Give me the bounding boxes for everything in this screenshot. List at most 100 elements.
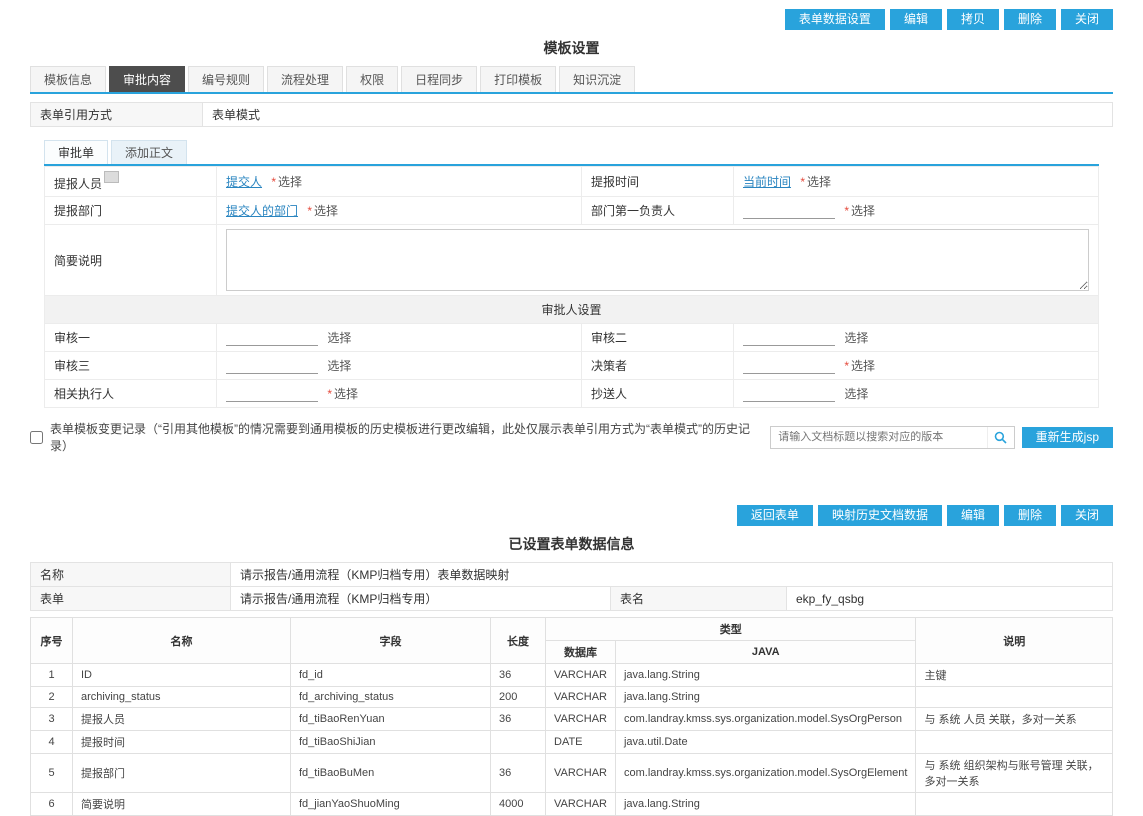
- info-row-form: 表单 请示报告/通用流程（KMP归档专用） 表名 ekp_fy_qsbg: [31, 587, 1113, 611]
- info-row-name: 名称 请示报告/通用流程（KMP归档专用）表单数据映射: [31, 563, 1113, 587]
- template-settings-toolbar: 表单数据设置 编辑 拷贝 删除 关闭: [0, 0, 1143, 35]
- template-tabbar: 模板信息 审批内容 编号规则 流程处理 权限 日程同步 打印模板 知识沉淀: [30, 66, 1113, 94]
- executor-select-action[interactable]: *选择: [327, 387, 358, 401]
- cell-name: archiving_status: [73, 687, 291, 708]
- tab-print-template[interactable]: 打印模板: [480, 66, 556, 92]
- submitter-field-icon[interactable]: [104, 171, 119, 183]
- edit-button-2[interactable]: 编辑: [947, 505, 999, 526]
- col-header-db: 数据库: [546, 641, 616, 664]
- approval-form-table: 提报人员 提交人 *选择 提报时间 当前时间 *选择 提报部门 提交人的部门 *…: [44, 166, 1099, 408]
- tab-approval-content[interactable]: 审批内容: [109, 66, 185, 92]
- delete-button[interactable]: 删除: [1004, 9, 1056, 30]
- col-header-desc: 说明: [916, 618, 1113, 664]
- cell-name: 简要说明: [73, 793, 291, 816]
- cell-length: 200: [491, 687, 546, 708]
- tab-knowledge-deposit[interactable]: 知识沉淀: [559, 66, 635, 92]
- reviewer2-select-action[interactable]: 选择: [844, 331, 868, 345]
- form-data-panel: 名称 请示报告/通用流程（KMP归档专用）表单数据映射 表单 请示报告/通用流程…: [0, 562, 1143, 816]
- decision-maker-select-action[interactable]: *选择: [844, 359, 875, 373]
- cell-length: 36: [491, 708, 546, 731]
- table-name-label: 表名: [611, 587, 787, 611]
- tab-process-handling[interactable]: 流程处理: [267, 66, 343, 92]
- subtab-add-body[interactable]: 添加正文: [111, 140, 187, 164]
- submitter-link[interactable]: 提交人: [226, 175, 262, 189]
- cell-name: 提报人员: [73, 708, 291, 731]
- cell-no: 4: [31, 731, 73, 754]
- copy-button[interactable]: 拷贝: [947, 9, 999, 30]
- table-row: 1 ID fd_id 36 VARCHAR java.lang.String 主…: [31, 664, 1113, 687]
- table-row: 5 提报部门 fd_tiBaoBuMen 36 VARCHAR com.land…: [31, 754, 1113, 793]
- cell-desc: 主键: [916, 664, 1113, 687]
- close-button-2[interactable]: 关闭: [1061, 505, 1113, 526]
- tab-permissions[interactable]: 权限: [346, 66, 398, 92]
- dept-link[interactable]: 提交人的部门: [226, 204, 298, 218]
- reviewer3-label: 审核三: [45, 352, 217, 380]
- reviewer3-field-line[interactable]: [226, 359, 318, 374]
- form-reference-value: 表单模式: [203, 103, 1113, 127]
- cell-field: fd_jianYaoShuoMing: [291, 793, 491, 816]
- cell-no: 2: [31, 687, 73, 708]
- reviewer1-field-line[interactable]: [226, 331, 318, 346]
- template-change-log-checkbox[interactable]: [30, 431, 43, 444]
- decision-maker-field-line[interactable]: [743, 359, 835, 374]
- search-button[interactable]: [987, 427, 1014, 448]
- col-header-field: 字段: [291, 618, 491, 664]
- submit-time-select-action[interactable]: *选择: [800, 175, 831, 189]
- required-mark: *: [271, 175, 276, 189]
- form-value: 请示报告/通用流程（KMP归档专用）: [231, 587, 611, 611]
- required-mark: *: [844, 359, 849, 373]
- cell-desc: 与 系统 组织架构与账号管理 关联，多对一关系: [916, 754, 1113, 793]
- cell-db: VARCHAR: [546, 664, 616, 687]
- cc-label: 抄送人: [582, 380, 734, 408]
- cell-db: VARCHAR: [546, 687, 616, 708]
- close-button[interactable]: 关闭: [1061, 9, 1113, 30]
- cell-java: com.landray.kmss.sys.organization.model.…: [615, 754, 915, 793]
- reviewer2-field-line[interactable]: [743, 331, 835, 346]
- cell-field: fd_tiBaoShiJian: [291, 731, 491, 754]
- submit-time-link[interactable]: 当前时间: [743, 175, 791, 189]
- regenerate-jsp-button[interactable]: 重新生成jsp: [1022, 427, 1113, 448]
- dept-head-select-action[interactable]: *选择: [844, 204, 875, 218]
- cell-db: VARCHAR: [546, 708, 616, 731]
- submitter-label: 提报人员: [54, 177, 102, 191]
- cell-db: VARCHAR: [546, 754, 616, 793]
- cell-java: java.lang.String: [615, 664, 915, 687]
- table-header-row-1: 序号 名称 字段 长度 类型 说明: [31, 618, 1113, 641]
- table-row: 4 提报时间 fd_tiBaoShiJian DATE java.util.Da…: [31, 731, 1113, 754]
- tab-schedule-sync[interactable]: 日程同步: [401, 66, 477, 92]
- cell-db: DATE: [546, 731, 616, 754]
- table-row: 3 提报人员 fd_tiBaoRenYuan 36 VARCHAR com.la…: [31, 708, 1113, 731]
- reviewer1-label: 审核一: [45, 324, 217, 352]
- tab-numbering-rules[interactable]: 编号规则: [188, 66, 264, 92]
- tab-template-info[interactable]: 模板信息: [30, 66, 106, 92]
- reviewer1-select-action[interactable]: 选择: [327, 331, 351, 345]
- cell-field: fd_archiving_status: [291, 687, 491, 708]
- cell-no: 5: [31, 754, 73, 793]
- map-history-data-button[interactable]: 映射历史文档数据: [818, 505, 942, 526]
- cc-select-action[interactable]: 选择: [844, 387, 868, 401]
- form-data-settings-button[interactable]: 表单数据设置: [785, 9, 885, 30]
- brief-description-textarea[interactable]: [226, 229, 1089, 291]
- return-to-form-button[interactable]: 返回表单: [737, 505, 813, 526]
- version-search-input[interactable]: [771, 431, 986, 443]
- form-reference-label: 表单引用方式: [31, 103, 203, 127]
- approval-subtabbar: 审批单 添加正文: [44, 140, 1099, 166]
- dept-select-action[interactable]: *选择: [307, 204, 338, 218]
- required-mark: *: [844, 204, 849, 218]
- delete-button-2[interactable]: 删除: [1004, 505, 1056, 526]
- col-header-length: 长度: [491, 618, 546, 664]
- brief-label: 简要说明: [45, 225, 217, 296]
- edit-button[interactable]: 编辑: [890, 9, 942, 30]
- cell-length: 4000: [491, 793, 546, 816]
- subtab-approval-form[interactable]: 审批单: [44, 140, 108, 164]
- reviewer3-select-action[interactable]: 选择: [327, 359, 351, 373]
- cc-field-line[interactable]: [743, 387, 835, 402]
- page-title-template-settings: 模板设置: [0, 35, 1143, 66]
- required-mark: *: [327, 387, 332, 401]
- submitter-select-action[interactable]: *选择: [271, 175, 302, 189]
- form-row-reviewers-1: 审核一 选择 审核二 选择: [45, 324, 1099, 352]
- executor-field-line[interactable]: [226, 387, 318, 402]
- dept-head-field-line[interactable]: [743, 204, 835, 219]
- submit-time-label: 提报时间: [582, 167, 734, 197]
- mapping-name-label: 名称: [31, 563, 231, 587]
